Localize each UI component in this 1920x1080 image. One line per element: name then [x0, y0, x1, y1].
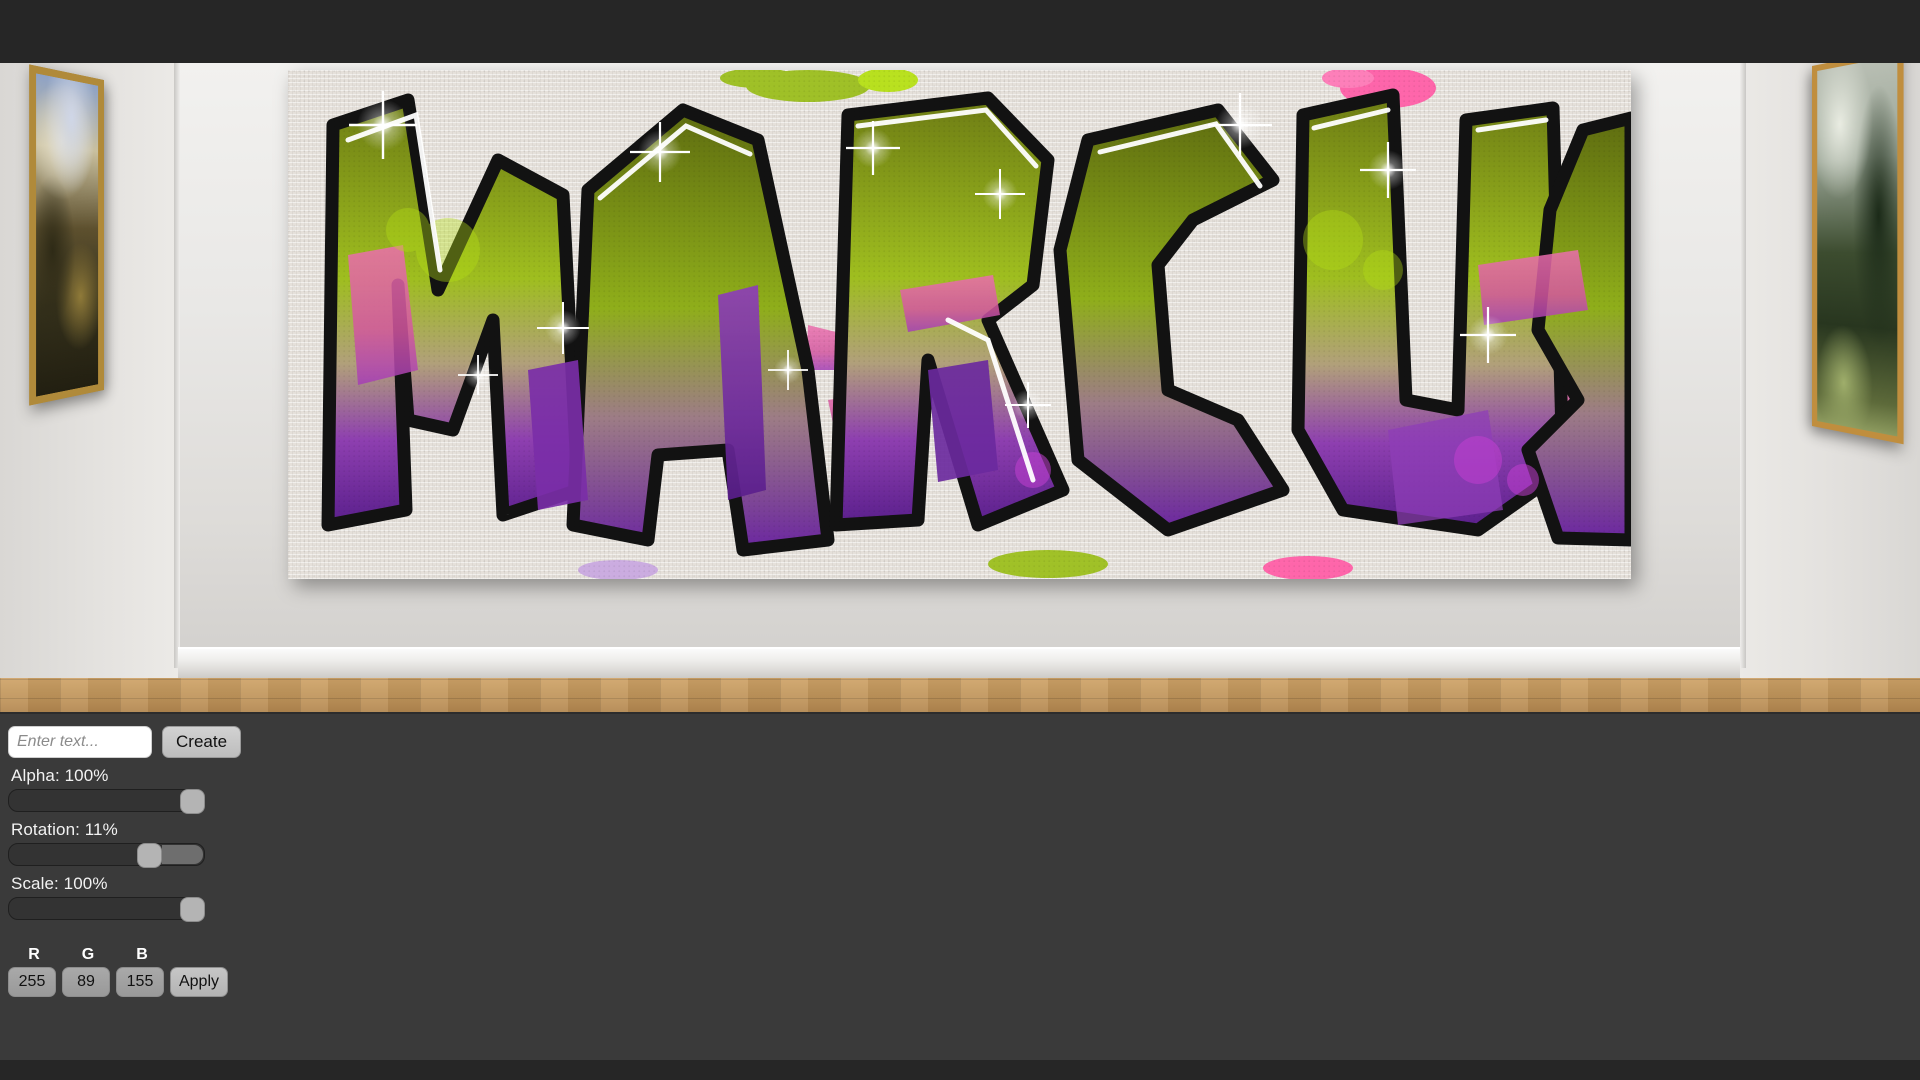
gallery-scene: MARCUS	[0, 63, 1920, 715]
wall-corner-left	[174, 63, 180, 668]
control-panel: Create Alpha: 100% Rotation: 11% Scale: …	[0, 712, 1920, 1060]
text-input[interactable]	[8, 726, 152, 758]
panel-footer	[0, 1060, 1920, 1080]
painting-right-canvas	[1817, 63, 1897, 436]
create-button[interactable]: Create	[162, 726, 241, 758]
scale-slider-thumb[interactable]	[180, 897, 205, 922]
app-root: MARCUS Create Alpha: 100% Rotation: 11%	[0, 0, 1920, 1080]
wall-corner-right	[1740, 63, 1746, 668]
rotation-slider-thumb[interactable]	[137, 843, 162, 868]
r-label: R	[10, 946, 58, 964]
rgb-field-row: Apply	[8, 967, 255, 997]
baseboard	[178, 647, 1740, 680]
b-label: B	[118, 946, 166, 964]
alpha-slider-label: Alpha: 100%	[11, 766, 255, 786]
g-input[interactable]	[62, 967, 110, 997]
alpha-slider[interactable]	[8, 789, 205, 812]
g-label: G	[64, 946, 112, 964]
rgb-controls: R G B Apply	[8, 946, 255, 997]
painting-left-canvas	[36, 73, 98, 396]
text-and-transform-controls: Create Alpha: 100% Rotation: 11% Scale: …	[8, 726, 255, 997]
graffiti-artwork[interactable]: MARCUS	[288, 70, 1631, 579]
rotation-slider[interactable]	[8, 843, 205, 866]
rgb-label-row: R G B	[10, 946, 255, 964]
scale-slider[interactable]	[8, 897, 205, 920]
rotation-slider-track-right	[162, 845, 203, 864]
r-input[interactable]	[8, 967, 56, 997]
gallery-floor	[0, 678, 1920, 715]
b-input[interactable]	[116, 967, 164, 997]
side-painting-left	[29, 64, 104, 405]
graffiti-svg: MARCUS	[288, 70, 1631, 579]
scale-slider-label: Scale: 100%	[11, 874, 255, 894]
alpha-slider-thumb[interactable]	[180, 789, 205, 814]
rotation-slider-label: Rotation: 11%	[11, 820, 255, 840]
side-painting-right	[1812, 63, 1904, 444]
create-row: Create	[8, 726, 255, 758]
apply-button[interactable]: Apply	[170, 967, 228, 997]
